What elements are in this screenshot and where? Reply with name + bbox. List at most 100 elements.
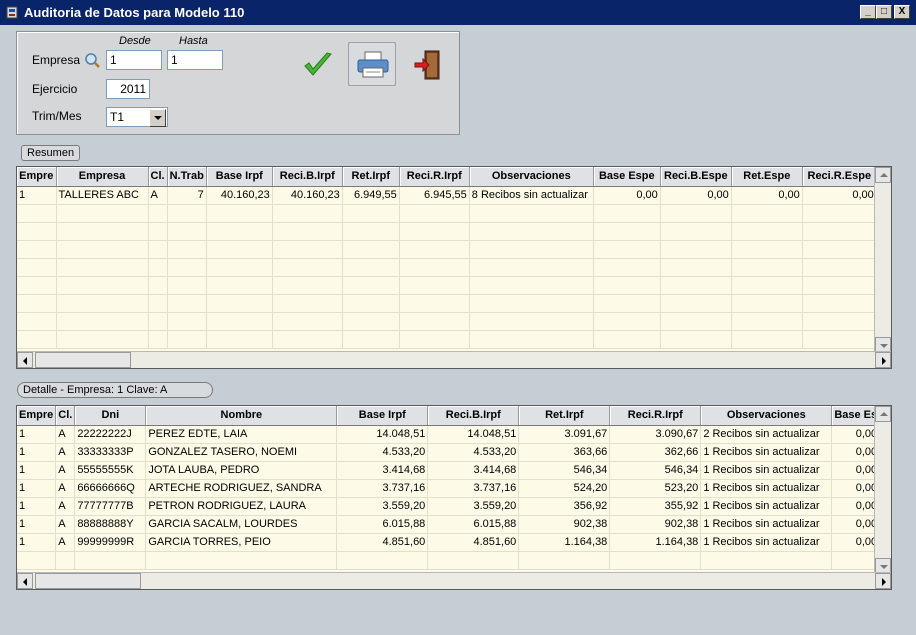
- minimize-button[interactable]: _: [860, 5, 876, 19]
- scroll-up-button[interactable]: [875, 406, 891, 422]
- empresa-desde-input[interactable]: 1: [106, 50, 162, 70]
- column-header[interactable]: Base Irpf: [336, 406, 429, 426]
- close-button[interactable]: X: [894, 5, 910, 19]
- column-header[interactable]: Reci.B.Irpf: [427, 406, 520, 426]
- table-cell: [399, 312, 470, 331]
- column-header[interactable]: Reci.R.Irpf: [399, 167, 470, 187]
- scroll-right-button[interactable]: [875, 573, 891, 589]
- table-row[interactable]: 1 A 66666666Q ARTECHE RODRIGUEZ, SANDRA 3.73…: [17, 479, 881, 498]
- table-cell: [660, 330, 732, 349]
- table-row[interactable]: 1 A 22222222J PEREZ EDTE, LAIA 14.048,51 14.0…: [17, 425, 881, 444]
- column-header[interactable]: Observaciones: [469, 167, 594, 187]
- empresa-hasta-input[interactable]: 1: [167, 50, 223, 70]
- table-cell: 362,66: [609, 443, 702, 462]
- table-cell: [206, 204, 273, 223]
- table-cell: A: [55, 443, 76, 462]
- table-cell: [593, 240, 661, 259]
- summary-horizontal-scrollbar[interactable]: [17, 351, 891, 368]
- ejercicio-input[interactable]: 2011: [106, 79, 150, 99]
- scroll-left-button[interactable]: [17, 573, 33, 589]
- table-cell: [593, 222, 661, 241]
- table-row[interactable]: 1 A 33333333P GONZALEZ TASERO, NOEMI 4.533,2…: [17, 443, 881, 462]
- table-cell: [399, 330, 470, 349]
- desde-header: Desde: [119, 35, 151, 47]
- scroll-left-button[interactable]: [17, 352, 33, 368]
- maximize-button[interactable]: □: [876, 5, 892, 19]
- column-header[interactable]: Dni: [74, 406, 147, 426]
- detail-scroll-thumb[interactable]: [35, 573, 141, 589]
- column-header[interactable]: Cl.: [148, 167, 168, 187]
- table-cell: [56, 312, 149, 331]
- chevron-down-icon[interactable]: [149, 109, 166, 127]
- detail-horizontal-scrollbar[interactable]: [17, 572, 891, 589]
- table-row[interactable]: 1 A 99999999R GARCIA TORRES, PEIO 4.851,60 4.…: [17, 533, 881, 552]
- column-header[interactable]: Ret.Irpf: [518, 406, 611, 426]
- column-header[interactable]: Ret.Irpf: [342, 167, 400, 187]
- column-header[interactable]: Empre: [17, 406, 57, 426]
- table-cell: 88888888Y: [74, 515, 147, 534]
- column-header[interactable]: Nombre: [145, 406, 338, 426]
- column-header[interactable]: Empresa: [56, 167, 149, 187]
- table-cell: [731, 258, 803, 277]
- column-header[interactable]: Ret.Espe: [731, 167, 803, 187]
- column-header[interactable]: N.Trab: [167, 167, 207, 187]
- table-cell: [731, 222, 803, 241]
- table-cell: [148, 204, 168, 223]
- column-header[interactable]: Base Es: [831, 406, 881, 426]
- table-cell: [399, 294, 470, 313]
- column-header[interactable]: Base Irpf: [206, 167, 273, 187]
- table-row[interactable]: [17, 551, 881, 570]
- table-cell: [342, 204, 400, 223]
- table-row[interactable]: 1 A 88888888Y GARCIA SACALM, LOURDES 6.015,8…: [17, 515, 881, 534]
- table-row[interactable]: 1 A 55555555K JOTA LAUBA, PEDRO 3.414,68 3.41…: [17, 461, 881, 480]
- column-header[interactable]: Reci.B.Espe: [660, 167, 732, 187]
- table-cell: 7: [167, 186, 207, 205]
- summary-scroll-thumb[interactable]: [35, 352, 131, 368]
- table-cell: [55, 551, 76, 570]
- table-row[interactable]: [17, 330, 877, 349]
- table-cell: JOTA LAUBA, PEDRO: [145, 461, 338, 480]
- table-cell: [272, 204, 343, 223]
- trim-value: T1: [110, 110, 125, 124]
- table-row[interactable]: [17, 276, 877, 295]
- title-bar: Auditoria de Datos para Modelo 110 _ □ X: [0, 0, 916, 25]
- column-header[interactable]: Reci.R.Irpf: [609, 406, 702, 426]
- table-cell: [593, 294, 661, 313]
- table-row[interactable]: 1 A 77777777B PETRON RODRIGUEZ, LAURA 3.559,…: [17, 497, 881, 516]
- scroll-right-button[interactable]: [875, 352, 891, 368]
- table-cell: 0,00: [593, 186, 661, 205]
- scroll-up-button[interactable]: [875, 167, 891, 183]
- table-row[interactable]: [17, 204, 877, 223]
- exit-door-icon[interactable]: [413, 49, 443, 81]
- table-cell: [469, 258, 594, 277]
- detail-vertical-scrollbar[interactable]: [874, 406, 891, 574]
- column-header[interactable]: Reci.R.Espe: [802, 167, 877, 187]
- table-row[interactable]: 1 TALLERES ABC A 7 40.160,23 40.160,23 6.949,5…: [17, 186, 877, 205]
- column-header[interactable]: Observaciones: [700, 406, 833, 426]
- table-cell: [802, 204, 877, 223]
- table-cell: 3.559,20: [336, 497, 429, 516]
- table-cell: [206, 258, 273, 277]
- table-row[interactable]: [17, 294, 877, 313]
- check-icon[interactable]: [303, 51, 333, 79]
- column-header[interactable]: Base Espe: [593, 167, 661, 187]
- print-button[interactable]: [348, 42, 396, 86]
- table-cell: 1: [17, 533, 57, 552]
- tab-resumen[interactable]: Resumen: [21, 145, 81, 161]
- column-header[interactable]: Reci.B.Irpf: [272, 167, 343, 187]
- summary-vertical-scrollbar[interactable]: [874, 167, 891, 353]
- table-cell: [148, 330, 168, 349]
- column-header[interactable]: Empre: [17, 167, 57, 187]
- trim-select[interactable]: T1: [106, 107, 168, 127]
- table-cell: [469, 204, 594, 223]
- table-row[interactable]: [17, 222, 877, 241]
- table-cell: [609, 551, 702, 570]
- table-row[interactable]: [17, 240, 877, 259]
- ejercicio-label: Ejercicio: [32, 82, 78, 96]
- table-cell: A: [55, 497, 76, 516]
- table-row[interactable]: [17, 258, 877, 277]
- table-row[interactable]: [17, 312, 877, 331]
- search-icon[interactable]: [84, 52, 101, 69]
- column-header[interactable]: Cl.: [55, 406, 76, 426]
- table-cell: 6.945,55: [399, 186, 470, 205]
